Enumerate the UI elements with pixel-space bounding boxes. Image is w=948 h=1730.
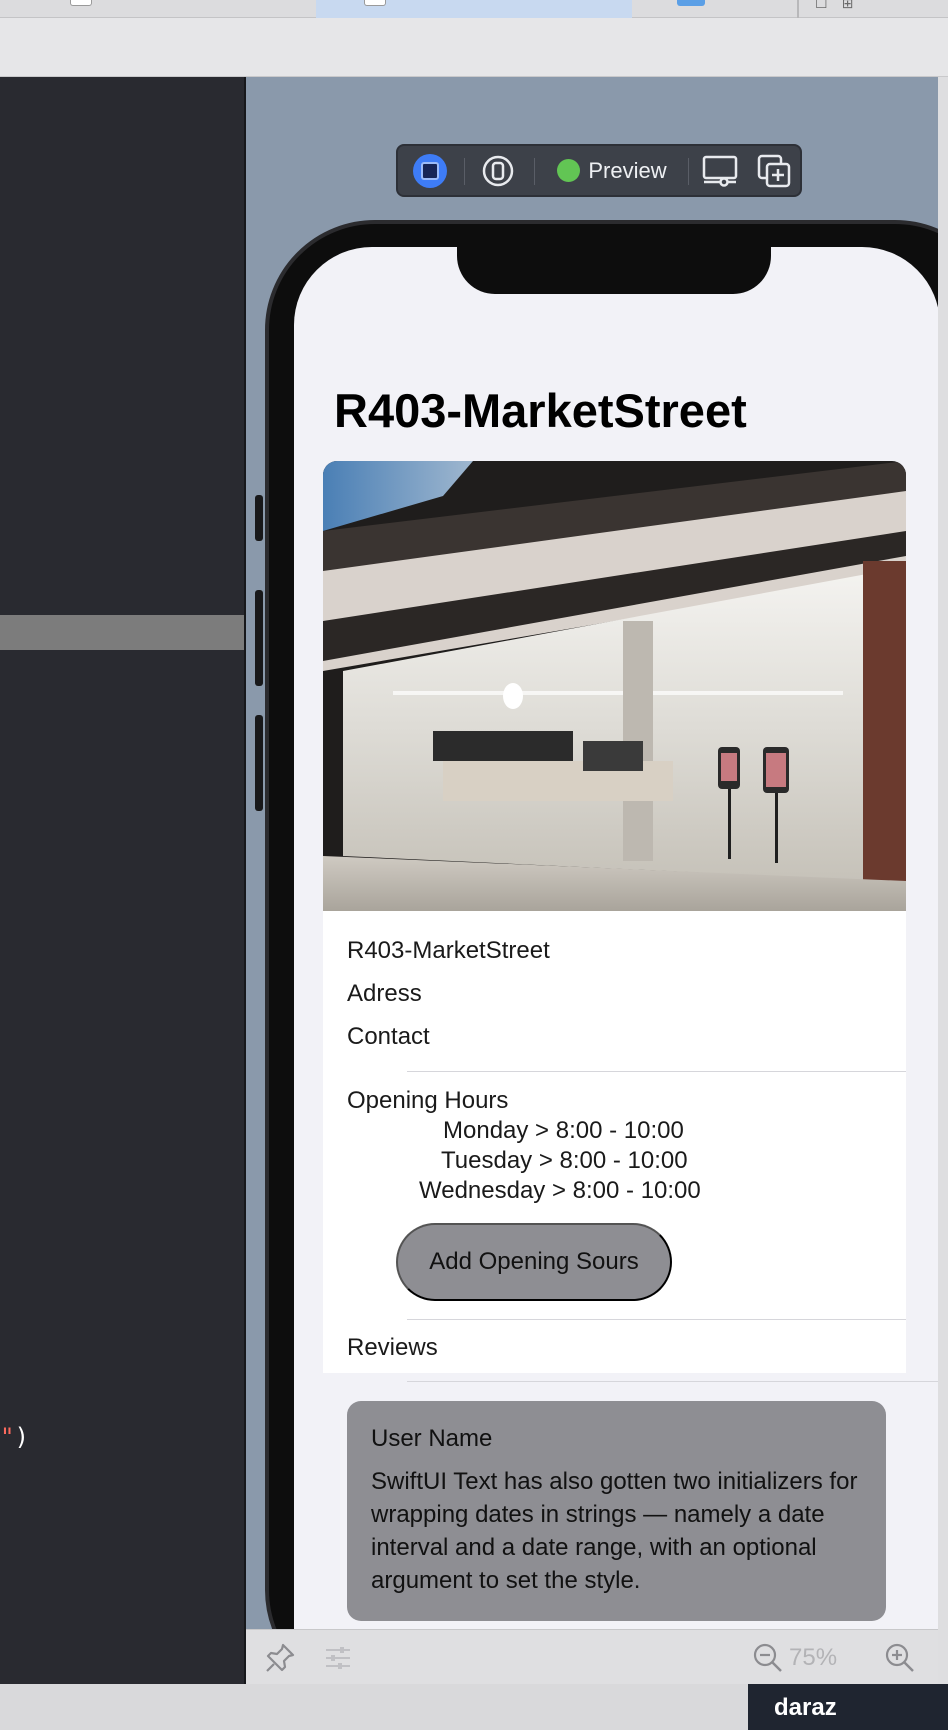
phone-side-button xyxy=(255,715,263,811)
status-bar: daraz xyxy=(0,1684,948,1730)
contact-text[interactable]: Contact xyxy=(347,1023,430,1051)
variants-icon xyxy=(482,155,514,186)
simulator-screen[interactable]: R403-MarketStreet R403-MarketStreet Adre… xyxy=(294,247,938,1629)
preview-canvas[interactable]: Preview R403-MarketStreet R403-MarketStr… xyxy=(246,77,938,1629)
layout-icon[interactable]: ☐ xyxy=(815,0,842,12)
code-editor[interactable]: ") ") xyxy=(0,77,244,1684)
opening-hours-entry: Tuesday > 8:00 - 10:00 xyxy=(441,1147,688,1174)
row-separator xyxy=(407,1319,906,1320)
reviews-title: Reviews xyxy=(347,1334,438,1361)
opening-hours-entry: Wednesday > 8:00 - 10:00 xyxy=(419,1177,701,1204)
variants-button[interactable] xyxy=(476,146,520,195)
phone-side-button xyxy=(255,495,263,541)
opening-hours-entry: Monday > 8:00 - 10:00 xyxy=(443,1117,684,1144)
tab-divider xyxy=(797,0,799,18)
row-separator xyxy=(407,1381,938,1382)
code-string-end: " xyxy=(0,1423,15,1451)
pin-icon[interactable] xyxy=(264,1642,296,1674)
live-preview-button[interactable] xyxy=(408,146,452,195)
live-preview-icon xyxy=(413,153,447,188)
store-info-list: R403-MarketStreet Adress Contact Opening… xyxy=(323,911,906,1373)
layout-controls[interactable]: ☐⊞ xyxy=(815,0,867,12)
add-opening-hours-button[interactable]: Add Opening Sours xyxy=(396,1223,672,1301)
library-icon[interactable]: ⊞ xyxy=(842,0,868,12)
apple-store-photo xyxy=(323,461,906,911)
zoom-level[interactable]: 75% xyxy=(789,1644,837,1672)
preview-toolbar: Preview xyxy=(396,144,802,197)
duplicate-preview-icon xyxy=(757,154,791,187)
phone-notch xyxy=(457,247,771,294)
row-separator xyxy=(407,1071,906,1072)
canvas-bottom-bar: 75% xyxy=(246,1629,938,1684)
preview-label: Preview xyxy=(588,157,667,183)
adjustments-icon[interactable] xyxy=(322,1642,354,1674)
brand-label: daraz xyxy=(748,1684,948,1730)
review-user-name: User Name xyxy=(371,1425,493,1452)
document-tab-icon[interactable] xyxy=(70,0,92,6)
zoom-out-icon[interactable] xyxy=(752,1642,784,1674)
address-text[interactable]: Adress xyxy=(347,980,422,1008)
canvas-edge xyxy=(938,77,948,1684)
review-card: User Name SwiftUI Text has also gotten t… xyxy=(347,1401,886,1621)
xcode-window: ☐⊞ ") ") Preview xyxy=(0,0,948,1730)
review-text: SwiftUI Text has also gotten two initial… xyxy=(371,1468,858,1594)
swift-file-tab-icon[interactable] xyxy=(677,0,705,6)
zoom-in-icon[interactable] xyxy=(884,1642,916,1674)
device-settings-button[interactable] xyxy=(698,146,742,195)
navigation-title: R403-MarketStreet xyxy=(334,384,747,437)
store-name-text: R403-MarketStreet xyxy=(347,937,550,964)
code-fragment: ") xyxy=(0,1423,29,1451)
preview-mode-button[interactable]: Preview xyxy=(548,146,676,195)
document-tab-icon xyxy=(364,0,386,6)
editor-tab-bar: ☐⊞ xyxy=(0,0,948,18)
preview-status-icon xyxy=(557,159,581,182)
jump-bar xyxy=(0,18,948,77)
current-line-highlight xyxy=(0,615,244,650)
phone-side-button xyxy=(255,590,263,686)
code-paren: ) xyxy=(14,1423,29,1451)
duplicate-preview-button[interactable] xyxy=(752,146,796,195)
opening-hours-title: Opening Hours xyxy=(347,1087,509,1114)
device-settings-icon xyxy=(702,155,738,187)
